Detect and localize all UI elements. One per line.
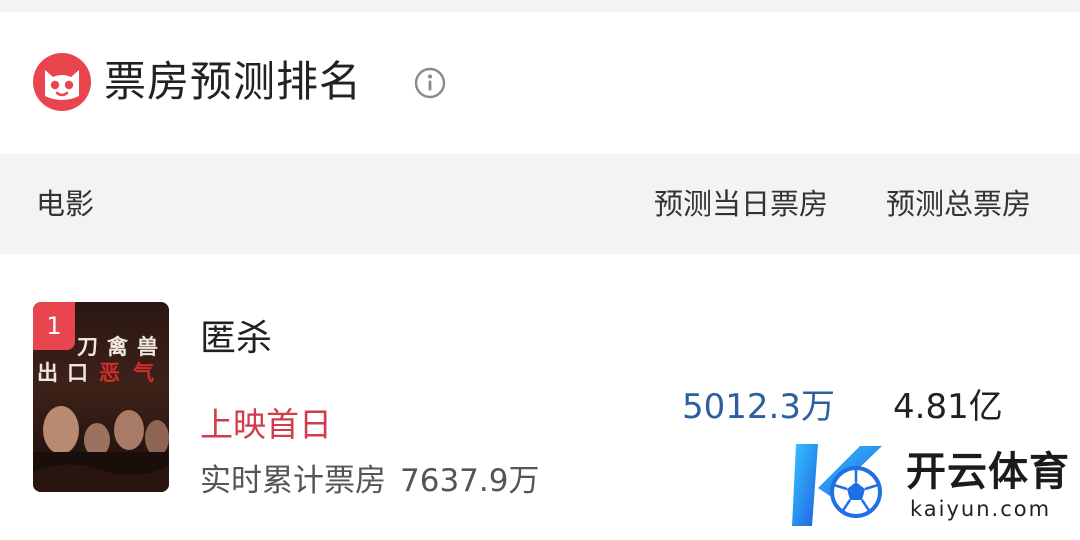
watermark-domain: kaiyun.com [910,497,1052,521]
column-header-row: 电影 预测当日票房 预测总票房 [0,154,1080,254]
maoyan-cat-logo [33,53,91,111]
movie-title[interactable]: 匿杀 [200,314,272,364]
poster-char: 口 [67,361,88,385]
poster-char: 气 [132,361,154,385]
watermark: 开云体育 kaiyun.com [790,440,1080,530]
page-title: 票房预测排名 [104,57,363,106]
today-forecast-value: 5012.3万 [682,387,835,427]
column-header-total-forecast[interactable]: 预测总票房 [886,154,1031,254]
watermark-name: 开云体育 [906,449,1070,495]
realtime-box-office-value: 7637.9万 [400,463,540,499]
info-icon[interactable] [414,67,446,99]
column-header-today-forecast[interactable]: 预测当日票房 [654,154,828,254]
release-status-tag: 上映首日 [200,405,332,444]
poster-char: 兽 [137,335,158,359]
poster-char: 出 [37,361,58,385]
kaiyun-logo-icon [792,444,882,526]
poster-char: 禽 [106,335,129,359]
realtime-box-office: 实时累计票房 7637.9万 [200,458,539,504]
page-header: 票房预测排名 [0,12,1080,154]
poster-char: 恶 [99,361,120,385]
realtime-box-office-label: 实时累计票房 [200,463,386,499]
total-forecast-value: 4.81亿 [893,387,1003,427]
movie-poster[interactable]: 1 刀 禽 兽 出 口 恶 气 [33,302,169,492]
poster-char: 刀 [77,335,98,359]
rank-badge: 1 [33,302,75,350]
column-header-film: 电影 [36,187,95,221]
